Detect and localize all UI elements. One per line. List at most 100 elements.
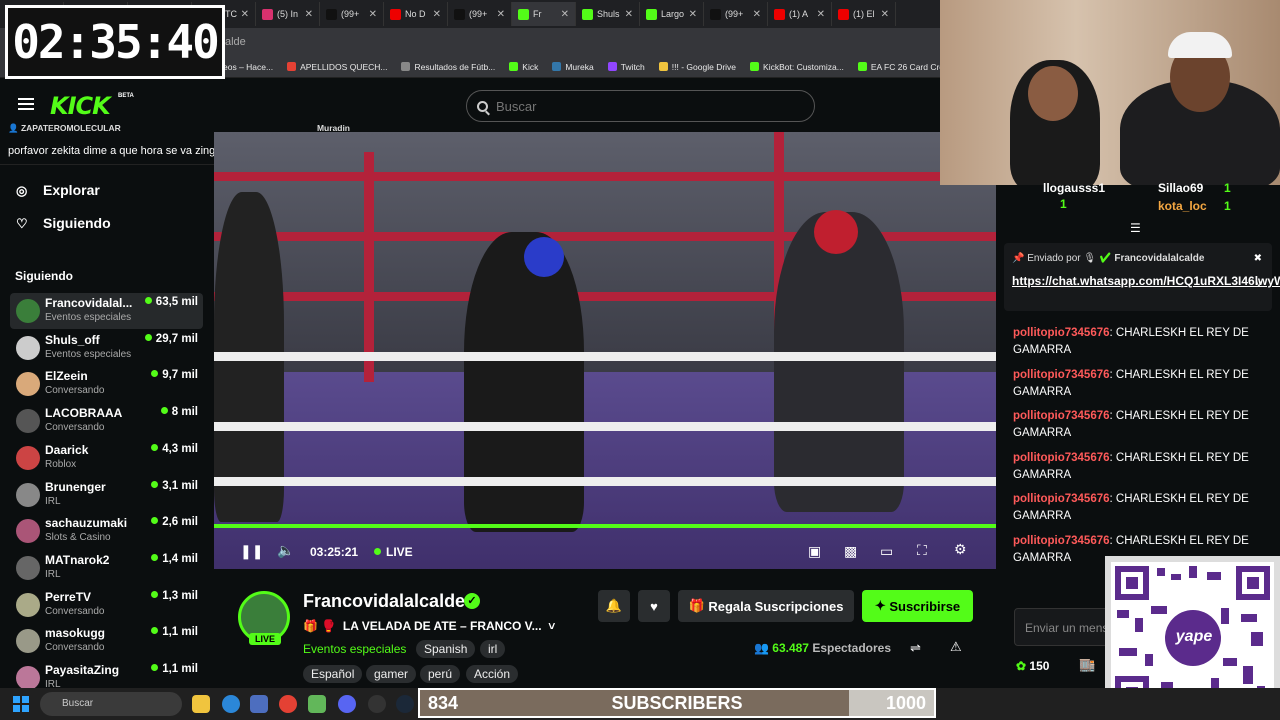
tag[interactable]: irl	[480, 640, 506, 658]
pinned-link[interactable]: https://chat.whatsapp.com/HCQ1uRXL3I46lw…	[1012, 273, 1280, 289]
browser-tab[interactable]: (1) A ✕	[768, 2, 832, 26]
chevron-down-icon[interactable]: ˅	[1256, 279, 1262, 291]
close-tab-icon[interactable]: ✕	[753, 9, 761, 20]
store-icon[interactable]: 🏬	[1079, 657, 1095, 673]
tag[interactable]: Spanish	[416, 640, 476, 658]
chat-username[interactable]: pollitopio7345676	[1013, 410, 1110, 422]
edge-icon[interactable]	[222, 695, 240, 713]
browser-tab[interactable]: (1) El ✕	[832, 2, 896, 26]
followed-channel[interactable]: Brunenger IRL 3,1 mil	[10, 477, 203, 513]
bookmark[interactable]: Kick	[509, 62, 538, 72]
windows-start-icon[interactable]	[13, 696, 29, 712]
channel-category: Slots & Casino	[45, 532, 111, 544]
volume-icon[interactable]: 🔈	[277, 542, 294, 559]
close-tab-icon[interactable]: ✕	[241, 9, 249, 20]
app-icon[interactable]	[308, 695, 326, 713]
fullscreen-icon[interactable]: ⛶	[917, 542, 927, 559]
followed-channel[interactable]: PerreTV Conversando 1,3 mil	[10, 587, 203, 623]
close-tab-icon[interactable]: ✕	[561, 9, 569, 20]
chat-input[interactable]: Enviar un mensaje	[1014, 608, 1109, 646]
close-tab-icon[interactable]: ✕	[817, 9, 825, 20]
nav-following[interactable]: ♡ Siguiendo	[16, 215, 111, 231]
red-headgear	[814, 210, 858, 254]
bookmark[interactable]: Resultados de Fútb...	[401, 62, 495, 72]
followed-channel[interactable]: MATnarok2 IRL 1,4 mil	[10, 550, 203, 586]
close-tab-icon[interactable]: ✕	[625, 9, 633, 20]
browser-tab[interactable]: No D ✕	[384, 2, 448, 26]
bookmark[interactable]: KickBot: Customiza...	[750, 62, 844, 72]
search-box[interactable]	[466, 90, 815, 122]
followed-channel[interactable]: Daarick Roblox 4,3 mil	[10, 440, 203, 476]
browser-tab[interactable]: (99+ ✕	[448, 2, 512, 26]
video-player[interactable]: BE ❚❚ 🔈 03:25:21 LIVE ▣ ▩ ▭ ⛶ ⚙	[214, 132, 996, 569]
gift-subs-button[interactable]: 🎁 Regala Suscripciones	[678, 590, 854, 622]
settings-icon[interactable]: ⚙	[954, 541, 967, 558]
subscribe-button[interactable]: ✦ Suscribirse	[862, 590, 973, 622]
follow-button[interactable]: ♥	[638, 590, 670, 622]
expand-leaderboard-icon[interactable]: ☰	[1130, 221, 1141, 235]
gift-icon: 🎁	[688, 598, 709, 613]
unpin-icon[interactable]: ✖	[1254, 253, 1262, 264]
theater-icon[interactable]: ▭	[880, 543, 893, 560]
bookmark[interactable]: APELLIDOS QUECH...	[287, 62, 387, 72]
chat-username[interactable]: pollitopio7345676	[1013, 327, 1110, 339]
channel-name[interactable]: Francovidalalcalde	[303, 591, 465, 612]
stream-category[interactable]: Eventos especiales	[303, 642, 406, 656]
obs-icon[interactable]	[368, 695, 386, 713]
tag[interactable]: perú	[420, 665, 461, 683]
store-app-icon[interactable]	[250, 695, 268, 713]
followed-channel[interactable]: sachauzumaki Slots & Casino 2,6 mil	[10, 513, 203, 549]
close-tab-icon[interactable]: ✕	[369, 9, 377, 20]
clip-icon[interactable]: ▩	[844, 543, 857, 560]
chat-username[interactable]: pollitopio7345676	[1013, 369, 1110, 381]
browser-tab[interactable]: (99+ ✕	[704, 2, 768, 26]
browser-tab[interactable]: Largo ✕	[640, 2, 704, 26]
close-tab-icon[interactable]: ✕	[881, 9, 889, 20]
close-tab-icon[interactable]: ✕	[433, 9, 441, 20]
chevron-down-icon[interactable]: ˅	[548, 619, 555, 633]
bookmark-label: Twitch	[620, 61, 645, 72]
followed-channel[interactable]: LACOBRAAA Conversando 8 mil	[10, 403, 203, 439]
close-tab-icon[interactable]: ✕	[497, 9, 505, 20]
video-progress-bar[interactable]	[214, 524, 996, 528]
tag[interactable]: Español	[303, 665, 363, 683]
bookmark[interactable]: !!! - Google Drive	[658, 62, 736, 72]
chrome-icon[interactable]	[279, 695, 297, 713]
tab-favicon-icon	[838, 8, 849, 20]
followed-channel[interactable]: Shuls_off Eventos especiales 29,7 mil	[10, 330, 203, 366]
kick-logo[interactable]: KICK	[50, 92, 111, 120]
followed-channel[interactable]: Francovidalal... Eventos especiales 63,5 m…	[10, 293, 203, 329]
miniplayer-icon[interactable]: ▣	[808, 543, 821, 560]
live-badge: LIVE	[249, 633, 282, 645]
followed-channel[interactable]: masokugg Conversando 1,1 mil	[10, 623, 203, 659]
channel-points[interactable]: ✿ 150	[1016, 659, 1049, 673]
close-tab-icon[interactable]: ✕	[305, 9, 313, 20]
bookmark[interactable]: Mureka	[552, 62, 594, 72]
bookmark[interactable]: Twitch	[607, 61, 645, 72]
search-input[interactable]	[496, 98, 776, 114]
browser-tab[interactable]: (99+ ✕	[320, 2, 384, 26]
report-icon[interactable]: ⚠	[950, 639, 962, 655]
chat-username[interactable]: pollitopio7345676	[1013, 493, 1110, 505]
browser-tab[interactable]: (5) In ✕	[256, 2, 320, 26]
browser-tab[interactable]: Shuls ✕	[576, 2, 640, 26]
tag[interactable]: Acción	[466, 665, 519, 683]
channel-name: PayasitaZing	[45, 663, 120, 677]
tag[interactable]: gamer	[366, 665, 417, 683]
discord-icon[interactable]	[338, 695, 356, 713]
menu-icon[interactable]	[18, 98, 34, 110]
bell-button[interactable]: 🔔	[598, 590, 630, 622]
share-icon[interactable]: ⇌	[910, 640, 921, 656]
chat-username[interactable]: pollitopio7345676	[1013, 452, 1110, 464]
steam-icon[interactable]	[396, 695, 414, 713]
cap	[1168, 32, 1232, 58]
chat-username[interactable]: pollitopio7345676	[1013, 535, 1110, 547]
close-tab-icon[interactable]: ✕	[689, 9, 697, 20]
followed-channel[interactable]: ElZeein Conversando 9,7 mil	[10, 366, 203, 402]
browser-tab[interactable]: Fr ✕	[512, 2, 576, 26]
taskbar-search[interactable]: Buscar	[40, 692, 182, 716]
file-explorer-icon[interactable]	[192, 695, 210, 713]
channel-viewers: 1,4 mil	[151, 553, 198, 565]
nav-explore[interactable]: ◎ Explorar	[16, 182, 100, 198]
pause-icon[interactable]: ❚❚	[240, 543, 263, 560]
